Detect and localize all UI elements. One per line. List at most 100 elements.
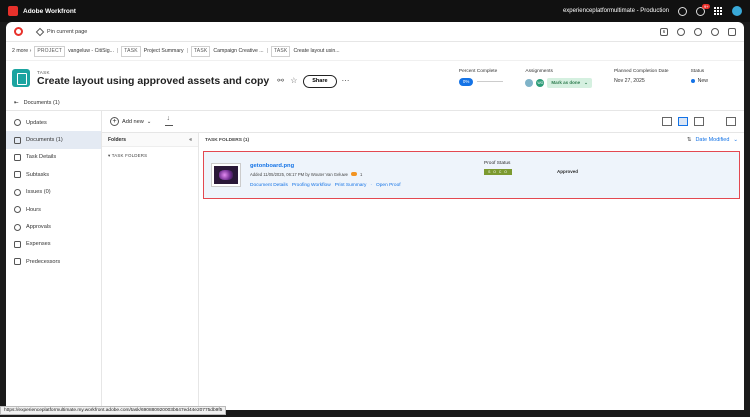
chat-icon	[14, 119, 21, 127]
crumb-project[interactable]: vangeluw - CitiSig...	[68, 48, 114, 54]
proof-status-badge[interactable]: S O C O	[484, 169, 512, 175]
workfront-window: Pin current page 6 2 more › PROJECT vang…	[6, 22, 744, 410]
help-icon[interactable]	[678, 6, 687, 16]
open-proof-link[interactable]: Open Proof	[376, 183, 401, 188]
nav-subtasks[interactable]: Subtasks	[6, 166, 101, 183]
environment-label[interactable]: experienceplatformultimate - Production	[563, 8, 669, 14]
crumb-task-3[interactable]: Create layout usin...	[293, 48, 339, 54]
pin-page-button[interactable]: Pin current page	[35, 27, 88, 36]
page-title: Create layout using approved assets and …	[37, 74, 270, 87]
collapse-panel-icon[interactable]: ⇤	[14, 100, 19, 106]
assignee-avatar-2[interactable]: WG	[536, 78, 545, 87]
chevron-down-icon[interactable]: ⌄	[584, 80, 588, 86]
task-header: TASK Create layout using approved assets…	[6, 61, 744, 95]
link-icon	[14, 258, 21, 266]
crumb-type-task-3: TASK	[270, 45, 291, 57]
document-details-link[interactable]: Document Details	[250, 183, 288, 188]
section-title: Documents (1)	[23, 99, 60, 106]
nav-updates[interactable]: Updates	[6, 114, 101, 131]
check-circle-icon	[14, 223, 21, 231]
more-options-icon[interactable]: ⋯	[342, 77, 350, 85]
left-nav: Updates Documents (1) Task Details Subta…	[6, 111, 102, 410]
folder-task-folders[interactable]: ▾ TASK FOLDERS	[102, 147, 198, 165]
percent-slider-track[interactable]	[477, 80, 504, 83]
notifications-icon[interactable]: 9+	[696, 3, 710, 16]
document-card[interactable]: getonboard.png Added 11/05/2025, 06:17 P…	[203, 151, 740, 199]
crumb-task-1[interactable]: Project Summary	[144, 48, 184, 54]
details-icon	[14, 153, 21, 161]
folders-panel: Folders « ▾ TASK FOLDERS	[102, 133, 199, 410]
issue-icon	[14, 188, 21, 196]
pin-label: Pin current page	[47, 28, 88, 35]
list-view-icon[interactable]	[694, 117, 704, 126]
share-button[interactable]: Share	[303, 74, 337, 88]
status-bar-url: https://experienceplatformultimate.my.wo…	[0, 406, 227, 415]
planned-date-value[interactable]: Nov 27, 2025	[614, 78, 669, 84]
nav-predecessors[interactable]: Predecessors	[6, 253, 101, 270]
chevron-down-icon: ⌄	[146, 118, 152, 125]
nav-issues[interactable]: Issues (0)	[6, 184, 101, 201]
workfront-logo-icon[interactable]	[14, 27, 23, 36]
history-icon[interactable]	[694, 27, 702, 36]
proof-status: Proof Status S O C O	[484, 161, 512, 175]
mark-as-done-button[interactable]: Mark as done ⌄	[547, 77, 592, 88]
nav-documents[interactable]: Documents (1)	[6, 131, 101, 149]
top-bar: Pin current page 6	[6, 22, 744, 42]
approval-process-icon[interactable]: ⚯	[277, 77, 285, 85]
chevron-down-icon: ⌄	[733, 137, 738, 143]
crumb-type-project: PROJECT	[34, 45, 66, 57]
apps-grid-icon[interactable]	[728, 27, 736, 36]
subtasks-icon	[14, 171, 21, 179]
comment-icon[interactable]	[351, 172, 358, 176]
favorite-star-icon[interactable]: ☆	[290, 77, 298, 85]
status-value[interactable]: New	[690, 78, 708, 84]
crumb-type-task-1: TASK	[121, 45, 141, 57]
download-icon[interactable]	[165, 115, 174, 126]
star-icon[interactable]	[677, 27, 685, 36]
nav-task-details[interactable]: Task Details	[6, 149, 101, 166]
approval-status: Approved	[557, 169, 579, 174]
files-panel: TASK FOLDERS (1) ⇅ Date Modified ⌄ getonbo…	[199, 133, 744, 410]
comment-count: 1	[360, 171, 363, 177]
search-icon[interactable]	[711, 27, 719, 36]
link-separator: ·	[370, 182, 373, 188]
side-panel-icon[interactable]	[726, 117, 736, 126]
document-icon	[14, 136, 21, 144]
grid-view-icon[interactable]	[662, 117, 672, 126]
crumb-task-2[interactable]: Campaign Creative ...	[213, 48, 263, 54]
add-new-button[interactable]: + Add new ⌄	[110, 117, 151, 126]
nav-expenses[interactable]: Expenses	[6, 236, 101, 253]
nav-approvals[interactable]: Approvals	[6, 218, 101, 235]
card-view-icon[interactable]	[678, 117, 688, 126]
counter-badge[interactable]: 6	[660, 27, 668, 36]
assignee-avatar-1[interactable]	[525, 78, 534, 87]
crumb-type-task-2: TASK	[190, 45, 211, 57]
percent-value[interactable]: 0%	[458, 77, 474, 86]
document-meta: Added 11/05/2025, 06:17 PM by Wouter Van…	[250, 171, 363, 177]
app-title-bar: Adobe Workfront experienceplatformultima…	[0, 0, 750, 22]
folders-header: Folders	[108, 136, 127, 143]
notification-badge: 9+	[702, 3, 710, 9]
money-icon	[14, 240, 21, 248]
proofing-workflow-link[interactable]: Proofing Workflow	[292, 183, 331, 188]
nav-hours[interactable]: Hours	[6, 201, 101, 218]
collapse-folders-icon[interactable]: «	[189, 137, 192, 143]
user-avatar[interactable]	[732, 6, 742, 16]
assignments: Assignments WG Mark as done ⌄	[525, 69, 592, 88]
clock-icon	[14, 206, 21, 214]
adobe-logo-icon	[8, 6, 18, 16]
document-thumbnail[interactable]	[212, 164, 240, 186]
print-summary-link[interactable]: Print Summary	[335, 183, 367, 188]
sort-dropdown[interactable]: ⇅ Date Modified ⌄	[687, 137, 738, 143]
pin-icon	[35, 27, 45, 36]
sort-icon: ⇅	[686, 137, 692, 143]
document-name-link[interactable]: getonboard.png	[250, 163, 401, 169]
task-icon	[12, 69, 30, 87]
app-switcher-icon[interactable]	[714, 6, 723, 16]
status: Status New	[690, 68, 708, 84]
section-breadcrumb: ⇤ Documents (1)	[6, 95, 744, 111]
status-dot	[690, 78, 695, 83]
breadcrumb-more[interactable]: 2 more ›	[12, 48, 31, 54]
percent-complete: Percent Complete 0%	[458, 69, 504, 88]
planned-completion: Planned Completion Date Nov 27, 2025	[613, 68, 669, 84]
